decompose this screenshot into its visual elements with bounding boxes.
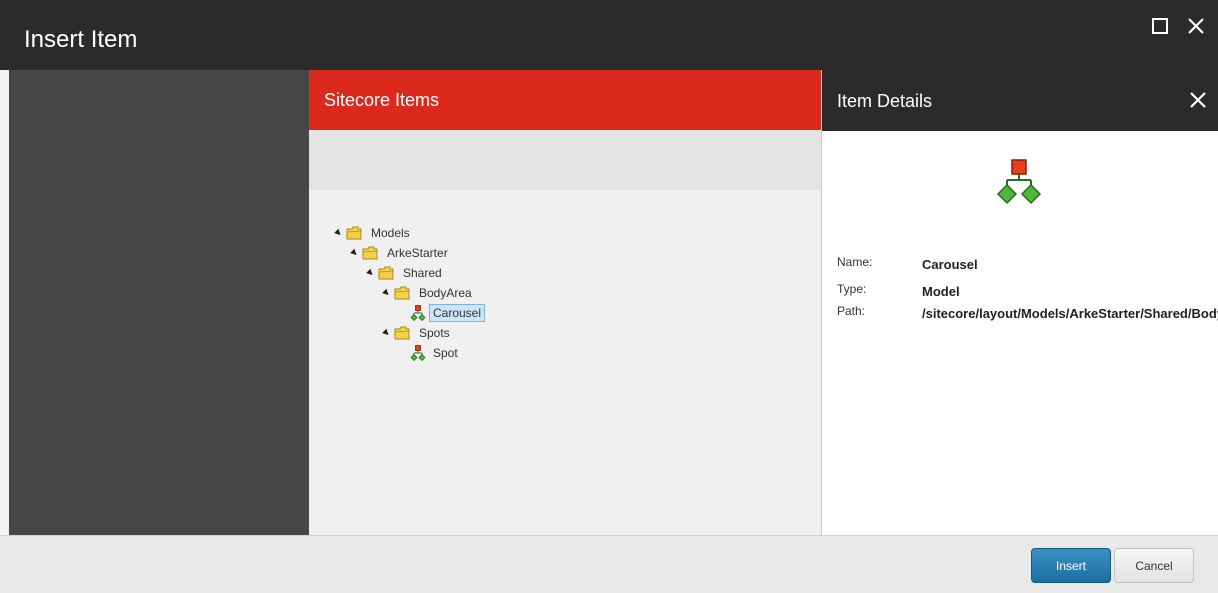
- sitecore-items-header: Sitecore Items: [309, 70, 821, 130]
- item-details-pane: Item Details Name: Carousel Type: Model …: [821, 70, 1218, 535]
- folder-icon: [362, 246, 378, 260]
- type-value: Model: [922, 284, 960, 299]
- sitecore-items-pane: Sitecore Items Models ArkeStarter Shared…: [309, 70, 821, 535]
- tree-node-label: Carousel: [429, 304, 486, 322]
- expand-toggle-icon[interactable]: [329, 223, 345, 243]
- items-toolbar: [309, 130, 821, 190]
- cancel-button[interactable]: Cancel: [1114, 548, 1194, 583]
- tree-node-bodyarea[interactable]: BodyArea: [377, 283, 476, 303]
- folder-icon: [346, 226, 362, 240]
- tree-node-carousel[interactable]: Carousel: [409, 303, 486, 323]
- expand-toggle-icon[interactable]: [377, 323, 393, 343]
- maximize-icon[interactable]: [1148, 14, 1172, 38]
- left-edge-strip: [0, 70, 9, 535]
- tree-node-label: Spot: [433, 346, 458, 360]
- expand-toggle-icon[interactable]: [345, 243, 361, 263]
- tree-node-spots[interactable]: Spots: [377, 323, 454, 343]
- folder-icon: [378, 266, 394, 280]
- navigation-pane: [9, 70, 309, 535]
- insert-button[interactable]: Insert: [1031, 548, 1111, 583]
- dialog-title: Insert Item: [24, 26, 138, 53]
- item-details-header: Item Details: [822, 70, 1218, 131]
- item-details-title: Item Details: [837, 91, 933, 111]
- item-tree: Models ArkeStarter Shared BodyArea Carou…: [309, 190, 821, 535]
- tree-node-arkestarter[interactable]: ArkeStarter: [345, 243, 452, 263]
- tree-node-spot[interactable]: Spot: [409, 343, 462, 363]
- close-details-icon[interactable]: [1186, 88, 1210, 112]
- close-icon[interactable]: [1184, 14, 1208, 38]
- model-icon: [410, 305, 426, 321]
- model-large-icon: [996, 159, 1042, 205]
- dialog-footer: Insert Cancel: [0, 535, 1218, 593]
- tree-node-label: BodyArea: [419, 286, 472, 300]
- tree-node-label: Spots: [419, 326, 450, 340]
- folder-icon: [394, 286, 410, 300]
- tree-node-label: ArkeStarter: [387, 246, 448, 260]
- folder-icon: [394, 326, 410, 340]
- dialog-titlebar: Insert Item: [0, 0, 1218, 70]
- sitecore-items-title: Sitecore Items: [324, 90, 440, 110]
- path-value: /sitecore/layout/Models/ArkeStarter/Shar…: [922, 306, 1218, 321]
- model-icon: [410, 345, 426, 361]
- type-label: Type:: [837, 282, 867, 296]
- name-value: Carousel: [922, 257, 978, 272]
- tree-node-shared[interactable]: Shared: [361, 263, 446, 283]
- tree-node-label: Models: [371, 226, 410, 240]
- tree-node-models[interactable]: Models: [329, 223, 414, 243]
- path-label: Path:: [837, 304, 866, 318]
- name-label: Name:: [837, 255, 873, 269]
- expand-toggle-icon[interactable]: [377, 283, 393, 303]
- expand-toggle-icon[interactable]: [361, 263, 377, 283]
- tree-node-label: Shared: [403, 266, 442, 280]
